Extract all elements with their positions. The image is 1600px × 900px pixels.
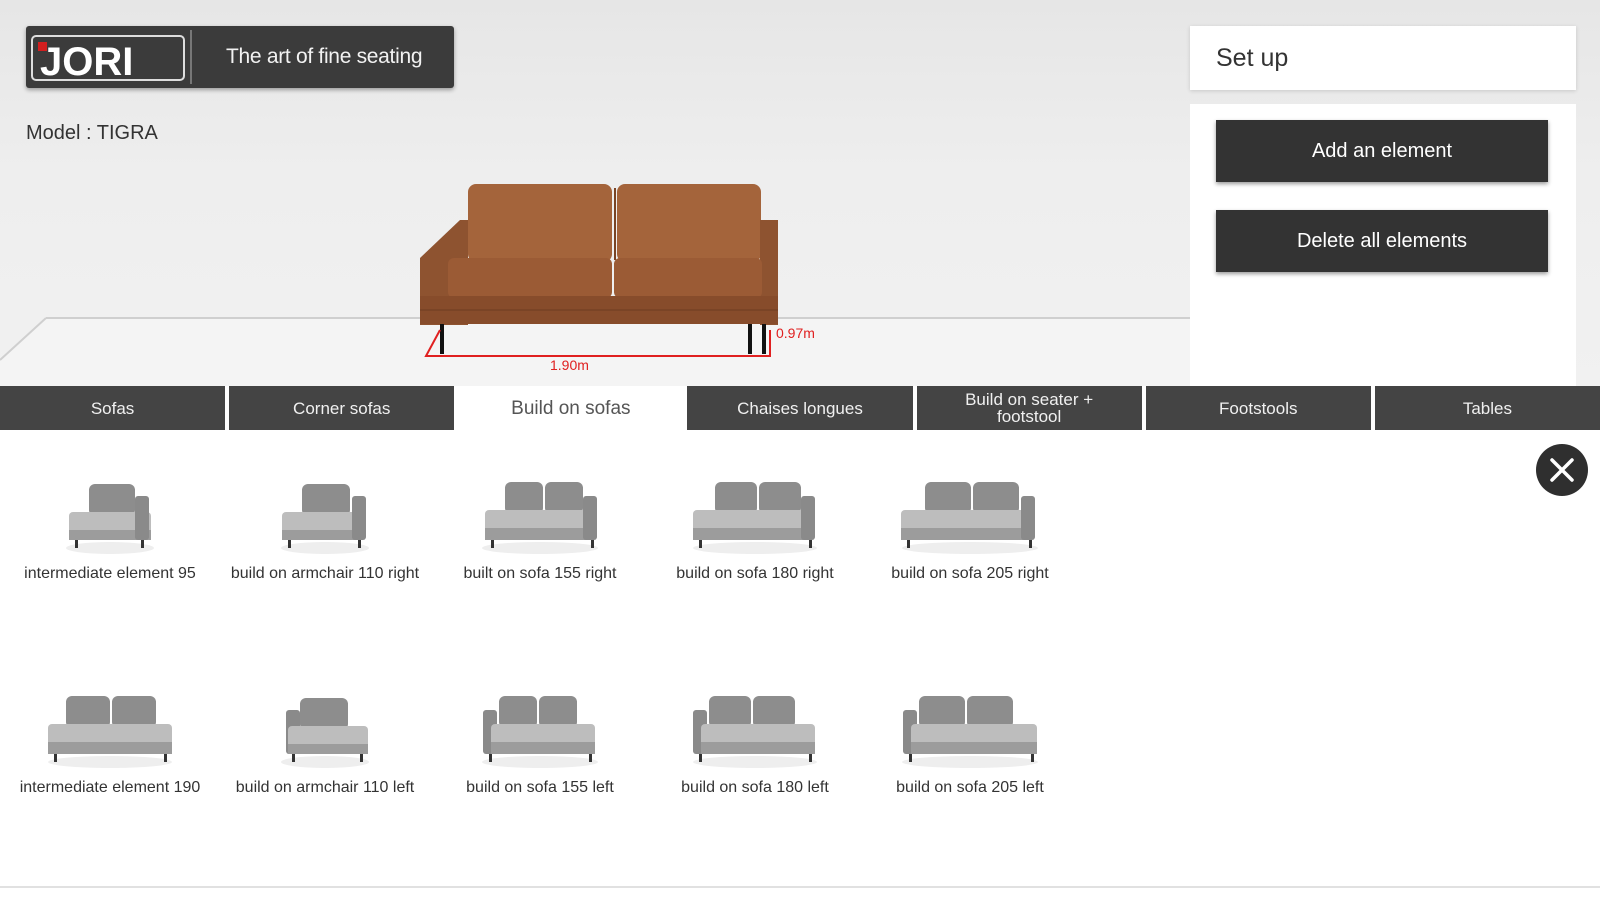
catalog-item[interactable]: build on sofa 180 right bbox=[645, 476, 865, 676]
width-dimension: 1.90m bbox=[550, 357, 589, 373]
close-icon bbox=[1550, 458, 1574, 482]
delete-all-button[interactable]: Delete all elements bbox=[1216, 210, 1548, 272]
catalog-item-label: built on sofa 155 right bbox=[463, 565, 617, 582]
catalog-item[interactable]: build on sofa 205 right bbox=[860, 476, 1080, 676]
tab-corner-sofas[interactable]: Corner sofas bbox=[229, 386, 455, 430]
catalog-item-label: build on armchair 110 left bbox=[235, 779, 415, 796]
sofa-thumbnail bbox=[66, 484, 154, 554]
sofa-thumbnail bbox=[482, 696, 598, 768]
catalog-item-label: build on sofa 155 left bbox=[466, 779, 614, 796]
catalog-item[interactable]: build on sofa 205 left bbox=[860, 690, 1080, 890]
setup-header: Set up bbox=[1190, 26, 1576, 90]
catalog-item[interactable]: intermediate element 190 bbox=[0, 690, 220, 890]
catalog-item[interactable]: intermediate element 95 bbox=[0, 476, 220, 676]
brand-tagline: The art of fine seating bbox=[226, 45, 423, 68]
catalog-item-label: intermediate element 95 bbox=[24, 565, 196, 582]
sofa-3d-model[interactable]: 0.97m 1.90m bbox=[420, 180, 900, 380]
catalog-item-label: intermediate element 190 bbox=[19, 779, 201, 796]
logo-text: JORI bbox=[40, 40, 133, 82]
catalog-item-label: build on sofa 180 left bbox=[681, 779, 829, 796]
catalog-item[interactable]: build on armchair 110 left bbox=[215, 690, 435, 890]
element-catalog: intermediate element 95 build on armchai… bbox=[0, 440, 1100, 880]
depth-dimension: 0.97m bbox=[776, 325, 815, 341]
setup-body: Add an element Delete all elements bbox=[1190, 104, 1576, 394]
setup-title: Set up bbox=[1216, 43, 1289, 72]
setup-panel: Set up Add an element Delete all element… bbox=[1190, 26, 1576, 394]
tab-sofas[interactable]: Sofas bbox=[0, 386, 226, 430]
bottom-divider bbox=[0, 886, 1600, 888]
sofa-thumbnail bbox=[281, 484, 369, 554]
sofa-thumbnail bbox=[281, 698, 369, 768]
sofa-thumbnail bbox=[693, 482, 817, 554]
sofa-thumbnail bbox=[901, 482, 1038, 554]
catalog-item[interactable]: build on armchair 110 right bbox=[215, 476, 435, 676]
tab-tables[interactable]: Tables bbox=[1374, 386, 1600, 430]
logo-graphic: JORI bbox=[31, 35, 185, 82]
add-element-button[interactable]: Add an element bbox=[1216, 120, 1548, 182]
dimension-lines bbox=[424, 329, 771, 357]
tab-build-on-seater-footstool[interactable]: Build on seater + footstool bbox=[916, 386, 1142, 430]
sofa-thumbnail bbox=[902, 696, 1038, 768]
sofa-thumbnail bbox=[48, 696, 172, 768]
catalog-item-label: build on sofa 205 left bbox=[896, 779, 1044, 796]
catalog-item-label: build on sofa 205 right bbox=[891, 565, 1049, 582]
tab-chaises-longues[interactable]: Chaises longues bbox=[687, 386, 913, 430]
close-catalog-button[interactable] bbox=[1536, 444, 1588, 496]
catalog-item-label: build on sofa 180 right bbox=[676, 565, 834, 582]
tab-build-on-sofas[interactable]: Build on sofas bbox=[458, 386, 684, 430]
model-label: Model : TIGRA bbox=[26, 122, 158, 144]
catalog-item[interactable]: built on sofa 155 right bbox=[430, 476, 650, 676]
category-tabs: Sofas Corner sofas Build on sofas Chaise… bbox=[0, 386, 1600, 430]
jori-logo: JORI bbox=[30, 30, 192, 84]
sofa-thumbnail bbox=[693, 696, 817, 768]
catalog-item-label: build on armchair 110 right bbox=[230, 565, 420, 582]
tab-footstools[interactable]: Footstools bbox=[1145, 386, 1371, 430]
brand-banner: JORI The art of fine seating bbox=[26, 26, 454, 88]
catalog-item[interactable]: build on sofa 155 left bbox=[430, 690, 650, 890]
sofa-thumbnail bbox=[482, 482, 598, 554]
catalog-item[interactable]: build on sofa 180 left bbox=[645, 690, 865, 890]
